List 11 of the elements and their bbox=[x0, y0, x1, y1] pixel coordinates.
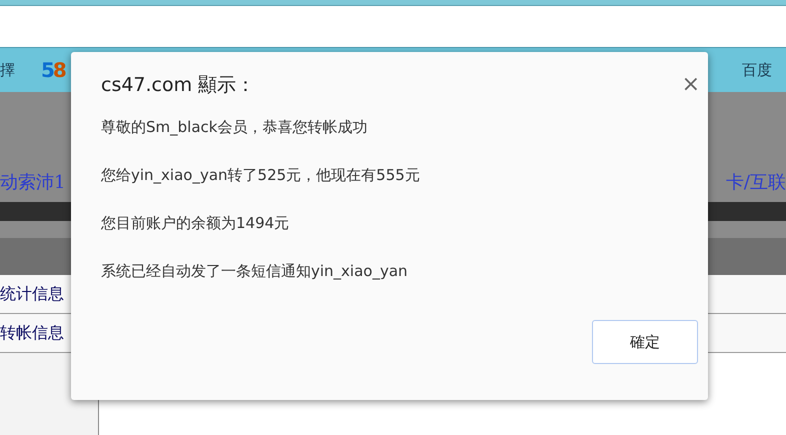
sidebar-link[interactable]: 转帐信息 bbox=[0, 322, 64, 344]
ok-button[interactable]: 確定 bbox=[592, 320, 698, 364]
message-text: 您目前账户的余额为1494元 bbox=[101, 213, 290, 234]
close-button[interactable]: × bbox=[682, 74, 700, 96]
message-text: 系统已经自动发了一条短信通知yin_xiao_yan bbox=[101, 261, 409, 282]
dialog-title: cs47.com 顯示： bbox=[101, 73, 256, 98]
message-text: 尊敬的Sm_black会员，恭喜您转帐成功 bbox=[101, 117, 368, 138]
message-text: 您给yin_xiao_yan转了525元，他现在有555元 bbox=[101, 165, 421, 186]
bookmark-link[interactable]: 擇 bbox=[0, 60, 15, 80]
bookmark-link[interactable]: 百度 bbox=[742, 60, 772, 80]
sidebar-link[interactable]: 统计信息 bbox=[0, 284, 64, 304]
